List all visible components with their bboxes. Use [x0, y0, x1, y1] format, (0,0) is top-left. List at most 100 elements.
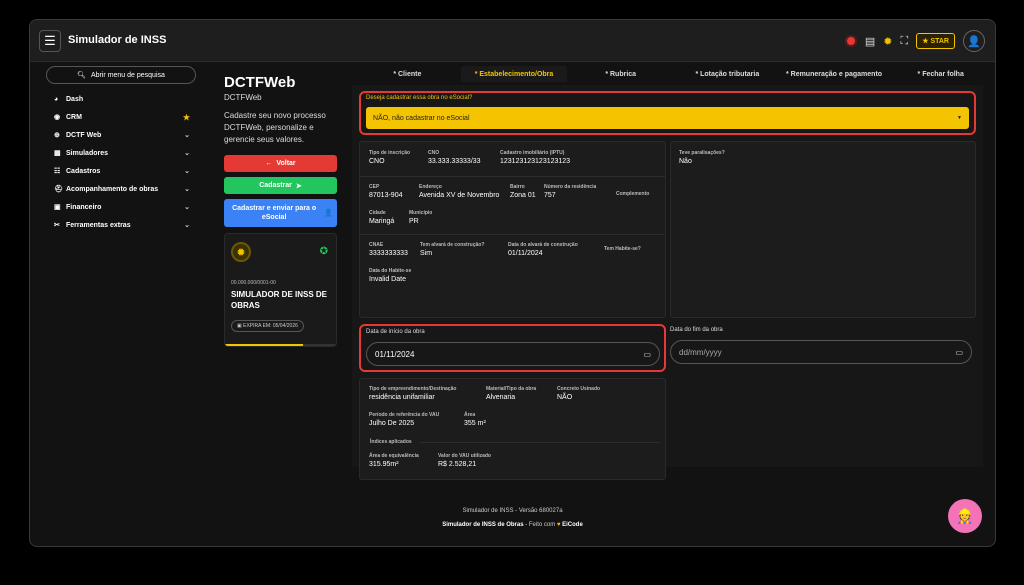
sidebar-item-ferramentas[interactable]: ✂ Ferramentas extras ⌄	[46, 216, 196, 234]
register-button[interactable]: Cadastrar ➤	[224, 177, 337, 194]
sidebar-item-simuladores[interactable]: ▦ Simuladores ⌄	[46, 144, 196, 162]
chevron-down-icon: ⌄	[184, 150, 190, 157]
footer-brand: Simulador de INSS de Obras	[442, 522, 524, 528]
field-label: Complemento	[616, 191, 650, 197]
field-value: Invalid Date	[369, 276, 406, 283]
page-description: Cadastre seu novo processo DCTFWeb, pers…	[224, 111, 326, 144]
footer-author[interactable]: EiCode	[562, 522, 583, 528]
process-panel: DCTFWeb DCTFWeb Cadastre seu novo proces…	[224, 74, 337, 347]
chevron-down-icon: ⌄	[184, 222, 190, 229]
field-complemento: Complemento	[616, 191, 649, 199]
record-icon[interactable]	[844, 35, 857, 47]
start-date-label: Data de início da obra	[366, 329, 425, 335]
field-cno: CNO 33.333.33333/33	[428, 150, 481, 165]
user-avatar-icon[interactable]: 👤	[963, 30, 985, 52]
field-value: 01/11/2024	[508, 250, 543, 257]
sidebar-item-crm[interactable]: ◉ CRM ★	[46, 108, 196, 126]
field-numero: Número da residência 757	[544, 184, 596, 199]
field-habite-se: Tem Habite-se?	[604, 246, 641, 254]
field-alvara: Tem alvará de construção? Sim	[420, 242, 484, 257]
calendar-icon[interactable]: ▭	[955, 348, 963, 357]
tab-fechar-folha[interactable]: * Fechar folha	[887, 66, 994, 82]
sidebar-item-label: CRM	[66, 113, 82, 121]
calendar-icon[interactable]: ▭	[643, 350, 651, 359]
field-label: Tem alvará de construção?	[420, 242, 485, 248]
sun-seal-icon: ✹	[231, 242, 251, 262]
fullscreen-icon[interactable]: ⛶	[901, 35, 909, 48]
hamburger-menu-icon[interactable]: ☰	[39, 30, 61, 52]
footer-version: Simulador de INSS - Versão 680027a	[462, 508, 563, 514]
star-button[interactable]: ★ STAR	[916, 33, 955, 49]
field-value: 3333333333	[369, 250, 408, 257]
start-date-input[interactable]: 01/11/2024 ▭	[366, 342, 660, 366]
field-label: Área de equivalência	[369, 453, 419, 459]
start-date-value: 01/11/2024	[375, 349, 415, 359]
validity-bar-fill	[225, 344, 303, 346]
field-label: Período de referência do VAU	[369, 412, 440, 418]
field-label: Bairro	[510, 184, 525, 190]
field-label: Índices aplicados	[370, 439, 412, 445]
field-label: Data do alvará de construção	[508, 242, 578, 248]
register-send-label: Cadastrar e enviar para o eSocial	[232, 205, 317, 221]
search-menu-button[interactable]: 🔍︎ Abrir menu de pesquisa	[46, 66, 196, 84]
esocial-select[interactable]: NÃO, não cadastrar no eSocial ▼	[366, 107, 969, 129]
page-title: DCTFWeb	[224, 74, 296, 91]
tab-estabelecimento-obra[interactable]: * Estabelecimento/Obra	[460, 66, 568, 82]
app-window: ☰ Simulador de INSS ▤ ✹ ⛶ ★ STAR 👤 🔍︎ Ab…	[29, 19, 996, 547]
field-iptu: Cadastro imobiliário (IPTU) 1231231231231…	[500, 150, 570, 165]
footer-made-with: Feito com	[528, 522, 556, 528]
sidebar-item-dash[interactable]: ◕ Dash	[46, 90, 196, 108]
field-value: Avenida XV de Novembro	[419, 192, 500, 199]
field-value: Zona 01	[510, 192, 536, 199]
field-value: PR	[409, 218, 419, 225]
tab-lotacao-tributaria[interactable]: * Lotação tributaria	[674, 66, 781, 82]
field-tipo-inscricao: Tipo de inscrição CNO	[369, 150, 410, 165]
tab-remuneracao-pagamento[interactable]: * Remuneração e pagamento	[781, 66, 888, 82]
certificate-expiry: ▣ EXPIRA EM: 05/04/2026	[231, 320, 304, 332]
esocial-question-field: Deseja cadastrar essa obra no eSocial? N…	[359, 91, 976, 135]
sidebar-item-label: Acompanhamento de obras	[66, 185, 159, 193]
sidebar-item-cadastros[interactable]: ☷ Cadastros ⌄	[46, 162, 196, 180]
field-label: Cidade	[369, 210, 386, 216]
field-value: Alvenaria	[486, 394, 516, 401]
sidebar-item-dctf-web[interactable]: ⊕ DCTF Web ⌄	[46, 126, 196, 144]
field-label: Data do Habite-se	[369, 268, 412, 274]
register-send-esocial-button[interactable]: Cadastrar e enviar para o eSocial 👤	[224, 199, 337, 227]
sun-icon[interactable]: ✹	[883, 35, 892, 48]
tab-bar: * Cliente * Estabelecimento/Obra * Rubri…	[354, 66, 994, 82]
heart-icon: ♥	[556, 522, 561, 528]
assistant-mascot-icon[interactable]: 👷	[948, 499, 982, 533]
field-paralisacoes: Teve paralisações? Não	[679, 150, 725, 165]
page-subtitle: DCTFWeb	[224, 93, 262, 102]
search-icon: 🔍︎	[77, 72, 86, 79]
indices-heading: Índices aplicados	[370, 439, 412, 445]
calculator-icon: ▦	[54, 150, 61, 157]
sidebar-item-acompanhamento[interactable]: ⛑ Acompanhamento de obras ⌄	[46, 180, 196, 198]
chevron-down-icon: ⌄	[184, 168, 190, 175]
sidebar: 🔍︎ Abrir menu de pesquisa ◕ Dash ◉ CRM ★ ⊕ D…	[46, 66, 196, 234]
document-icon[interactable]: ▤	[865, 35, 875, 48]
field-data-alvara: Data do alvará de construção 01/11/2024	[508, 242, 578, 257]
field-label: Área	[464, 412, 476, 418]
chevron-down-icon: ⌄	[184, 132, 190, 139]
validity-bar	[225, 344, 336, 346]
tab-rubrica[interactable]: * Rubrica	[567, 66, 674, 82]
field-value: residência unifamiliar	[369, 394, 435, 401]
field-value: Julho De 2025	[369, 420, 415, 427]
chevron-down-icon: ⌄	[184, 204, 190, 211]
certificate-card: ✹ ✪ 00.000.000/0001-00 SIMULADOR DE INSS…	[224, 233, 337, 347]
field-bairro: Bairro Zona 01	[510, 184, 536, 199]
end-date-input[interactable]: dd/mm/yyyy ▭	[670, 340, 972, 364]
start-date-field: Data de início da obra 01/11/2024 ▭	[359, 324, 666, 372]
star-icon[interactable]: ★	[183, 113, 190, 122]
tab-cliente[interactable]: * Cliente	[354, 66, 461, 82]
sidebar-item-financeiro[interactable]: ▣ Financeiro ⌄	[46, 198, 196, 216]
back-button[interactable]: ← Voltar	[224, 155, 337, 172]
field-value: 123123123123123123	[500, 158, 571, 165]
field-value: 33.333.33333/33	[428, 158, 481, 165]
empreendimento-card: Tipo de empreendimento/Destinação residên…	[359, 378, 666, 480]
field-label: Tem Habite-se?	[604, 246, 641, 252]
field-label: Concreto Usinado	[557, 386, 601, 392]
sidebar-item-label: Simuladores	[66, 149, 109, 157]
field-value: 757	[544, 192, 556, 199]
